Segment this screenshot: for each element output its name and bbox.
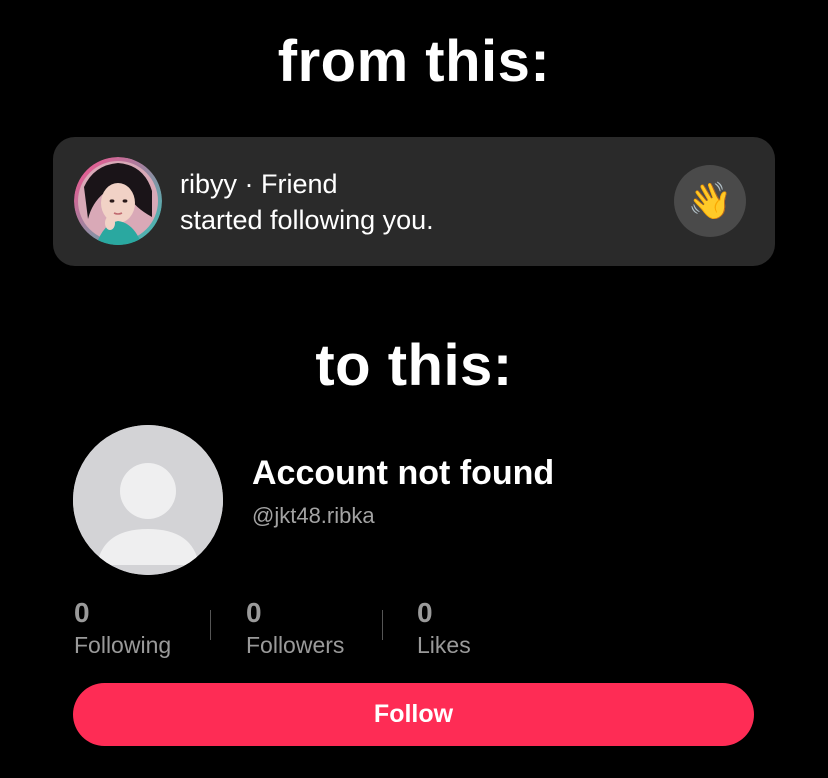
follow-notification-card[interactable]: ribyy · Friend started following you. 👋: [53, 137, 775, 266]
stat-following[interactable]: 0 Following: [74, 598, 171, 659]
stat-value: 0: [417, 597, 433, 628]
wave-back-button[interactable]: 👋: [674, 165, 746, 237]
heading-from-this: from this:: [277, 29, 551, 94]
heading-to-this: to this:: [315, 333, 513, 398]
notification-title: ribyy · Friend: [180, 169, 338, 200]
notification-username[interactable]: ribyy: [180, 169, 237, 199]
stat-divider: [210, 610, 211, 640]
stat-likes[interactable]: 0 Likes: [417, 598, 471, 659]
relation-label: Friend: [261, 169, 338, 199]
stat-label: Likes: [417, 632, 471, 658]
separator-dot: ·: [237, 169, 262, 199]
profile-handle: @jkt48.ribka: [252, 503, 375, 528]
default-avatar: [73, 425, 223, 575]
stat-value: 0: [246, 597, 262, 628]
stat-label: Following: [74, 632, 172, 658]
follow-button[interactable]: Follow: [73, 683, 754, 746]
avatar[interactable]: [74, 157, 162, 245]
stat-value: 0: [74, 597, 90, 628]
profile-name: Account not found: [252, 454, 555, 492]
waving-hand-icon: 👋: [687, 180, 733, 221]
profile-photo-icon: [74, 157, 162, 245]
stat-followers[interactable]: 0 Followers: [246, 598, 344, 659]
stat-label: Followers: [246, 632, 345, 658]
stat-divider: [382, 610, 383, 640]
default-user-icon: [73, 425, 223, 575]
notification-message: started following you.: [180, 205, 434, 235]
